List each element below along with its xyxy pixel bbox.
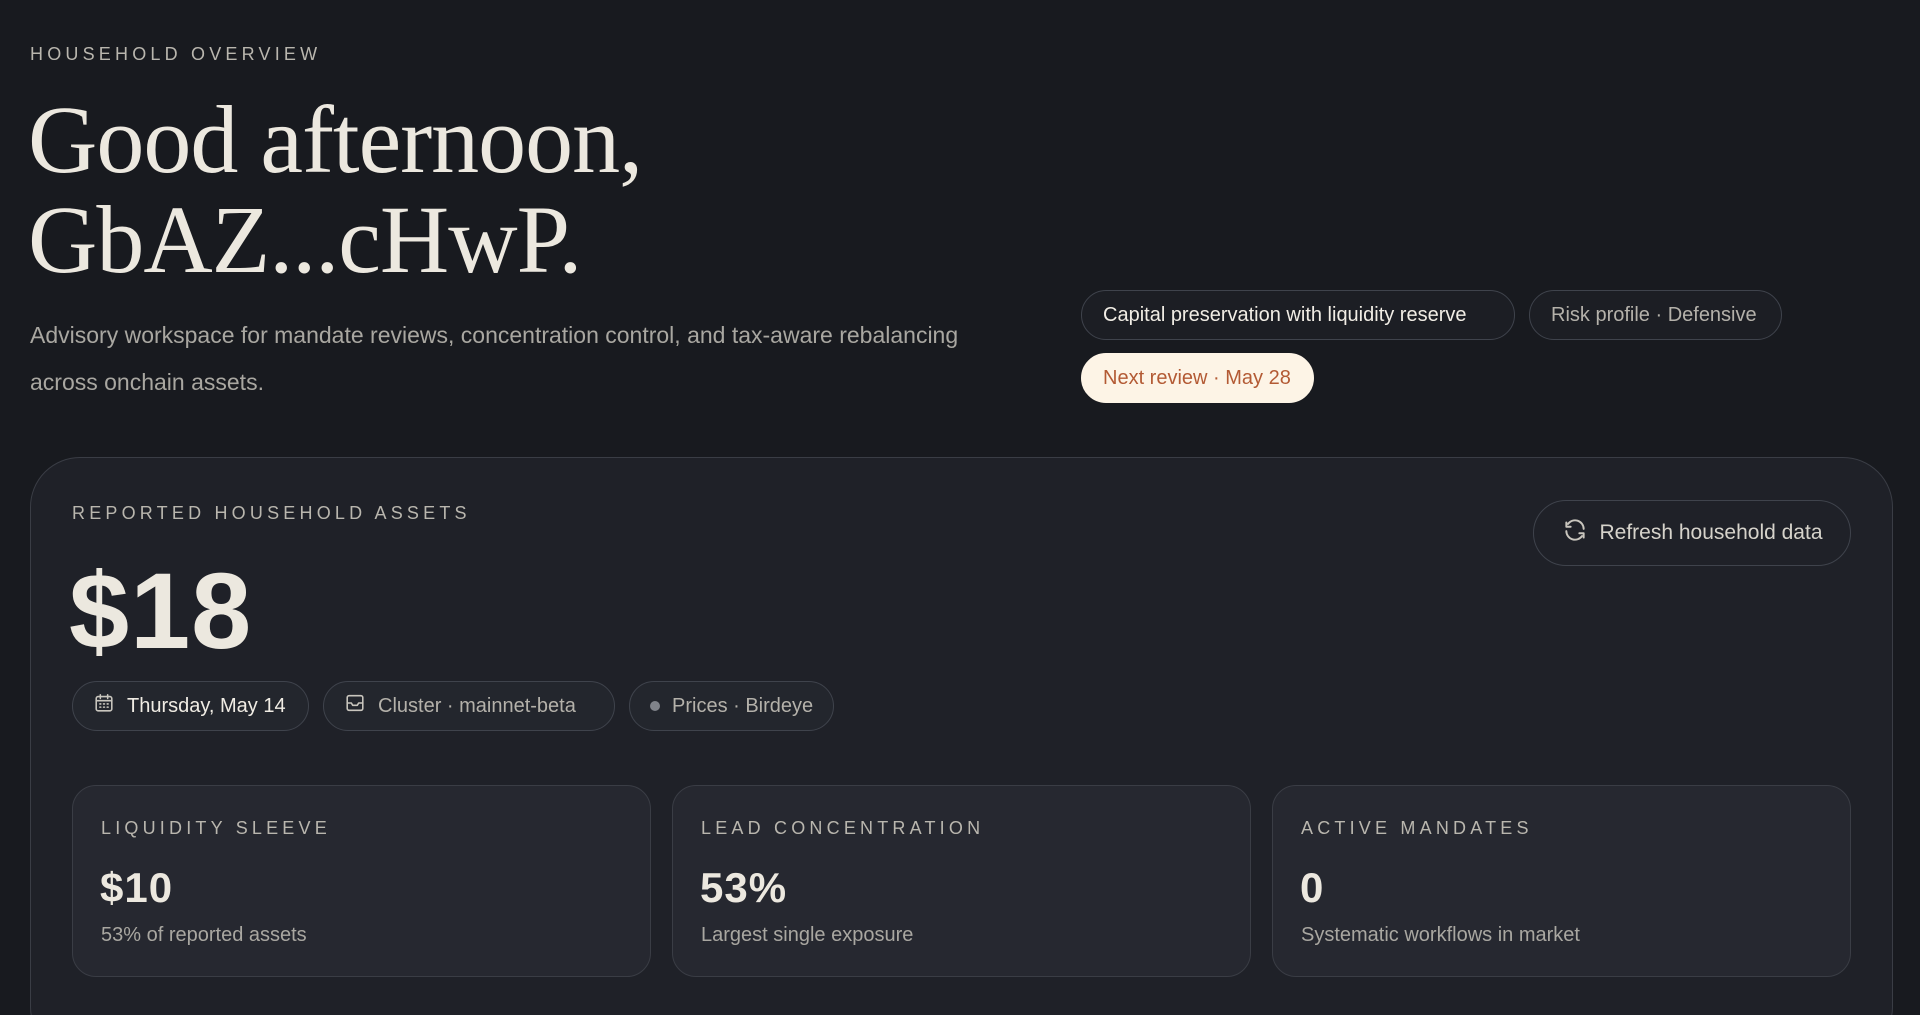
- refresh-button-label: Refresh household data: [1599, 521, 1823, 544]
- refresh-icon: [1562, 517, 1588, 549]
- next-review-tag: Next review · May 28: [1081, 353, 1314, 403]
- stat-note: Largest single exposure: [701, 924, 914, 946]
- stat-label: ACTIVE MANDATES: [1301, 818, 1533, 838]
- stat-label: LEAD CONCENTRATION: [701, 818, 985, 838]
- mandate-tag: Capital preservation with liquidity rese…: [1081, 290, 1515, 340]
- date-chip: Thursday, May 14: [72, 681, 309, 731]
- date-label: Thursday, May 14: [127, 694, 286, 717]
- stat-note: 53% of reported assets: [101, 924, 307, 946]
- server-icon: [344, 692, 366, 720]
- household-assets-card: REPORTED HOUSEHOLD ASSETS $18 Refresh ho…: [30, 457, 1893, 1015]
- household-overview-page: HOUSEHOLD OVERVIEW Good afternoon, GbAZ.…: [0, 0, 1920, 1015]
- active-mandates-card: ACTIVE MANDATES 0 Systematic workflows i…: [1272, 785, 1851, 977]
- page-eyebrow: HOUSEHOLD OVERVIEW: [30, 44, 322, 64]
- calendar-icon: [93, 692, 115, 720]
- liquidity-sleeve-card: LIQUIDITY SLEEVE $10 53% of reported ass…: [72, 785, 651, 977]
- stat-label: LIQUIDITY SLEEVE: [101, 818, 331, 838]
- stat-value: 0: [1300, 864, 1325, 911]
- refresh-household-button[interactable]: Refresh household data: [1533, 500, 1851, 566]
- page-subtitle: Advisory workspace for mandate reviews, …: [30, 322, 959, 395]
- cluster-chip: Cluster · mainnet-beta: [323, 681, 615, 731]
- cluster-label: Cluster · mainnet-beta: [378, 694, 576, 717]
- stat-value: $10: [100, 864, 174, 911]
- prices-chip: Prices · Birdeye: [629, 681, 834, 731]
- stat-note: Systematic workflows in market: [1301, 924, 1580, 946]
- status-dot-icon: [650, 701, 660, 711]
- greeting-line-2: GbAZ...cHwP.: [28, 186, 582, 293]
- greeting-line-1: Good afternoon,: [28, 86, 643, 193]
- page-title: Good afternoon, GbAZ...cHwP.: [28, 90, 643, 293]
- risk-profile-tag: Risk profile · Defensive: [1529, 290, 1782, 340]
- lead-concentration-card: LEAD CONCENTRATION 53% Largest single ex…: [672, 785, 1251, 977]
- total-assets-value: $18: [69, 550, 253, 671]
- stat-value: 53%: [700, 864, 788, 911]
- assets-eyebrow: REPORTED HOUSEHOLD ASSETS: [72, 503, 471, 523]
- prices-label: Prices · Birdeye: [672, 694, 814, 717]
